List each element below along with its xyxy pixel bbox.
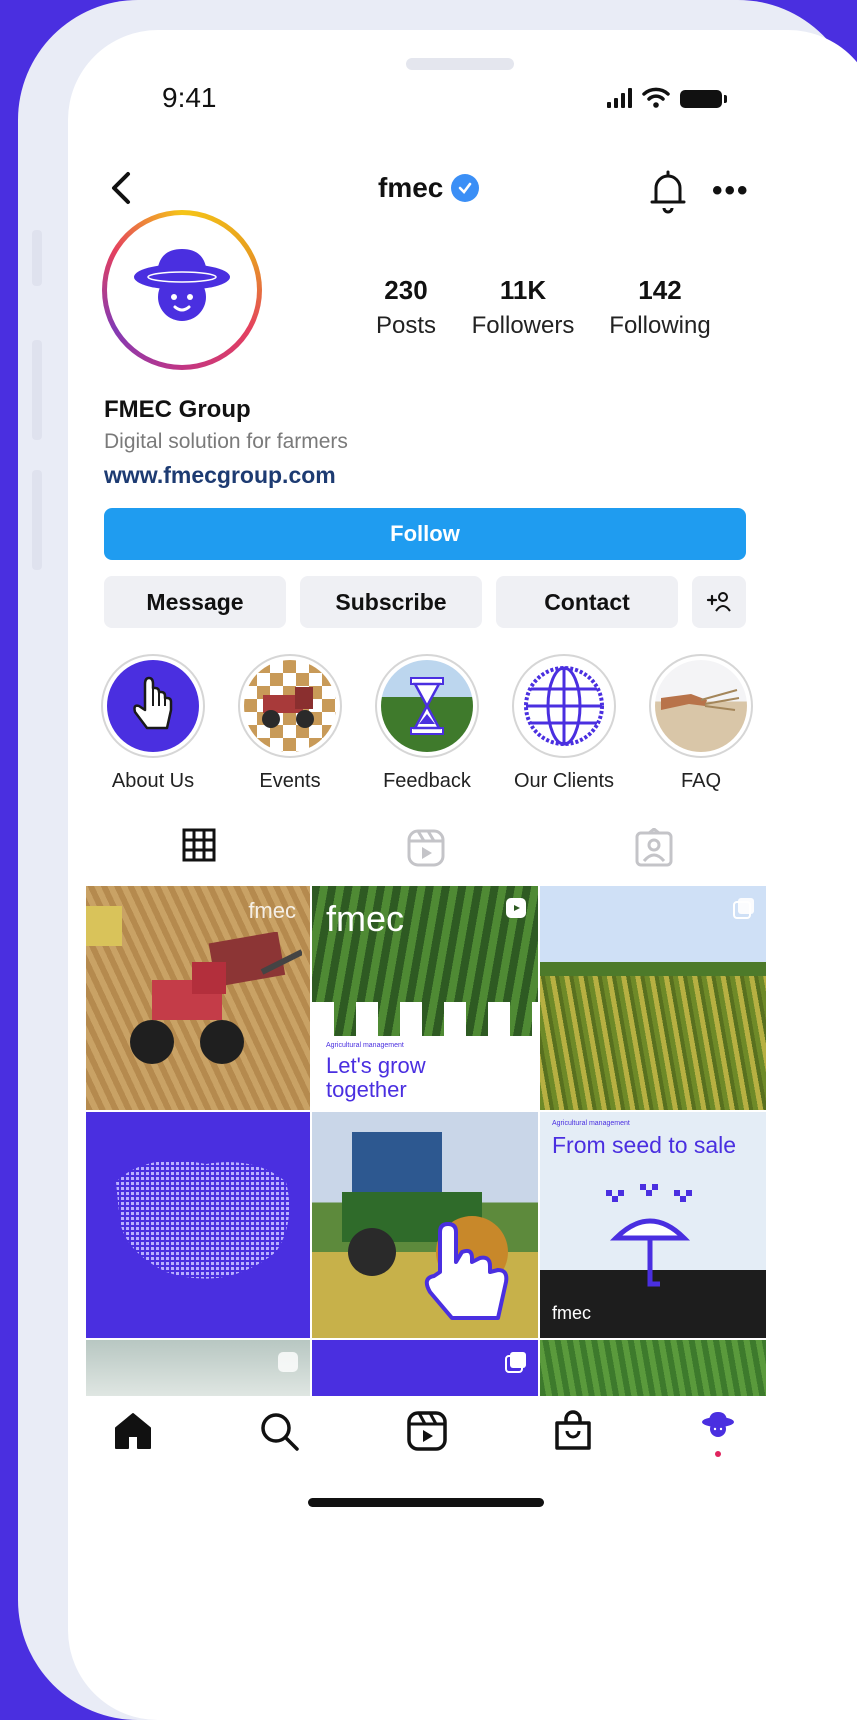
- highlight-feedback[interactable]: Feedback: [372, 654, 482, 793]
- tractor-illustration: [130, 932, 302, 1064]
- tractor-photo: [244, 660, 336, 752]
- post-headline-line-2: together: [326, 1077, 407, 1102]
- profile-avatar[interactable]: [102, 210, 262, 370]
- wheat-field-photo: [540, 976, 766, 1110]
- profile-bio: Digital solution for farmers: [104, 430, 348, 453]
- verified-badge-icon: [451, 174, 480, 202]
- pixel-map-illustration: [116, 1160, 290, 1279]
- home-icon[interactable]: [112, 1410, 154, 1452]
- combine-harvester: [86, 906, 122, 946]
- profile-tab[interactable]: [698, 1410, 738, 1457]
- stat-posts[interactable]: 230 Posts: [356, 275, 456, 340]
- message-button[interactable]: Message: [104, 576, 286, 628]
- home-indicator: [308, 1498, 544, 1507]
- post-tile-sky[interactable]: [86, 1340, 310, 1396]
- highlight-label: Feedback: [383, 770, 471, 792]
- contact-button[interactable]: Contact: [496, 576, 678, 628]
- stat-following-label: Following: [609, 312, 711, 339]
- brand-logo: fmec: [326, 898, 405, 939]
- profile-avatar-icon: [702, 1412, 734, 1437]
- screen: 9:41 fmec ••• 230 Posts 11K Followers 14…: [68, 30, 857, 1720]
- pointer-hand-icon: [107, 660, 199, 752]
- carousel-post-icon: [733, 898, 754, 919]
- bottom-navigation: [68, 1410, 857, 1480]
- post-tile-wheat[interactable]: [540, 886, 766, 1110]
- post-headline: Let's grow together: [326, 1054, 426, 1102]
- highlight-events[interactable]: Events: [235, 654, 345, 793]
- reel-post-icon: [278, 1352, 298, 1372]
- signal-icon: [607, 88, 632, 108]
- profile-username: fmec: [378, 172, 480, 204]
- status-time: 9:41: [162, 82, 217, 113]
- umbrella-pixel-icon: [606, 1184, 692, 1287]
- action-buttons: Message Subscribe Contact: [104, 576, 746, 628]
- battery-icon: [680, 90, 727, 108]
- stat-followers[interactable]: 11K Followers: [463, 275, 583, 340]
- stat-following[interactable]: 142 Following: [600, 275, 720, 340]
- wifi-icon: [642, 87, 670, 108]
- post-tile-crops[interactable]: [540, 1340, 766, 1396]
- profile-website-link[interactable]: www.fmecgroup.com: [104, 462, 336, 489]
- highlight-our-clients[interactable]: Our Clients: [509, 654, 619, 793]
- farmer-logo-icon: [113, 221, 251, 359]
- stat-following-value: 142: [638, 275, 682, 305]
- pixel-edge: [312, 1002, 538, 1036]
- reels-icon[interactable]: [406, 1410, 448, 1452]
- post-headline-line-1: Let's grow: [326, 1053, 426, 1078]
- content-tabs: [68, 828, 857, 872]
- add-person-icon: [706, 592, 731, 612]
- suggested-users-button[interactable]: [692, 576, 746, 628]
- tagged-icon[interactable]: [634, 828, 674, 868]
- hourglass-icon: [381, 660, 473, 752]
- carousel-post-icon: [505, 1352, 526, 1373]
- bell-icon[interactable]: [648, 168, 688, 214]
- subscribe-button[interactable]: Subscribe: [300, 576, 482, 628]
- post-tile-harvester[interactable]: fmec: [86, 886, 310, 1110]
- post-tile-seed-to-sale[interactable]: Agricultural management From seed to sal…: [540, 1112, 766, 1338]
- speaker-notch: [406, 58, 514, 70]
- post-tile-pixel-map[interactable]: [86, 1112, 310, 1338]
- follow-button[interactable]: Follow: [104, 508, 746, 560]
- post-tile-purple[interactable]: [312, 1340, 538, 1396]
- reels-tab-icon[interactable]: [406, 828, 446, 868]
- shop-icon[interactable]: [552, 1410, 594, 1452]
- post-kicker: Agricultural management: [326, 1042, 404, 1049]
- green-tractor-illustration: [342, 1132, 509, 1320]
- highlight-label: About Us: [111, 770, 195, 792]
- phone-frame: 9:41 fmec ••• 230 Posts 11K Followers 14…: [18, 0, 857, 1720]
- more-options-icon[interactable]: •••: [712, 174, 750, 208]
- highlight-about-us[interactable]: About Us: [98, 654, 208, 793]
- hand-wheat-photo: [655, 660, 747, 752]
- highlight-label: Our Clients: [513, 770, 615, 792]
- username-text: fmec: [378, 172, 444, 203]
- post-headline: From seed to sale: [552, 1132, 737, 1158]
- stat-posts-label: Posts: [375, 312, 437, 339]
- globe-icon: [518, 660, 610, 752]
- search-icon[interactable]: [258, 1410, 300, 1452]
- mute-switch: [32, 230, 42, 286]
- brand-logo: fmec: [552, 1303, 592, 1323]
- volume-down-button: [32, 470, 42, 570]
- highlight-faq[interactable]: FAQ: [646, 654, 756, 793]
- stat-followers-label: Followers: [471, 312, 575, 339]
- highlight-label: Events: [259, 770, 321, 792]
- volume-up-button: [32, 340, 42, 440]
- brand-watermark: fmec: [248, 898, 296, 923]
- stat-followers-value: 11K: [499, 275, 547, 305]
- reel-post-icon: [506, 898, 526, 918]
- back-arrow-icon[interactable]: [106, 168, 136, 208]
- post-tile-lets-grow[interactable]: fmec Agricultural management Let's grow …: [312, 886, 538, 1110]
- profile-display-name: FMEC Group: [104, 396, 251, 423]
- post-kicker: Agricultural management: [552, 1120, 630, 1127]
- notification-dot: [715, 1451, 721, 1457]
- post-tile-green-tractor[interactable]: [312, 1112, 538, 1338]
- stat-posts-value: 230: [384, 275, 428, 305]
- highlight-label: FAQ: [680, 770, 721, 792]
- status-icons: [607, 86, 727, 108]
- grid-icon[interactable]: [182, 828, 216, 862]
